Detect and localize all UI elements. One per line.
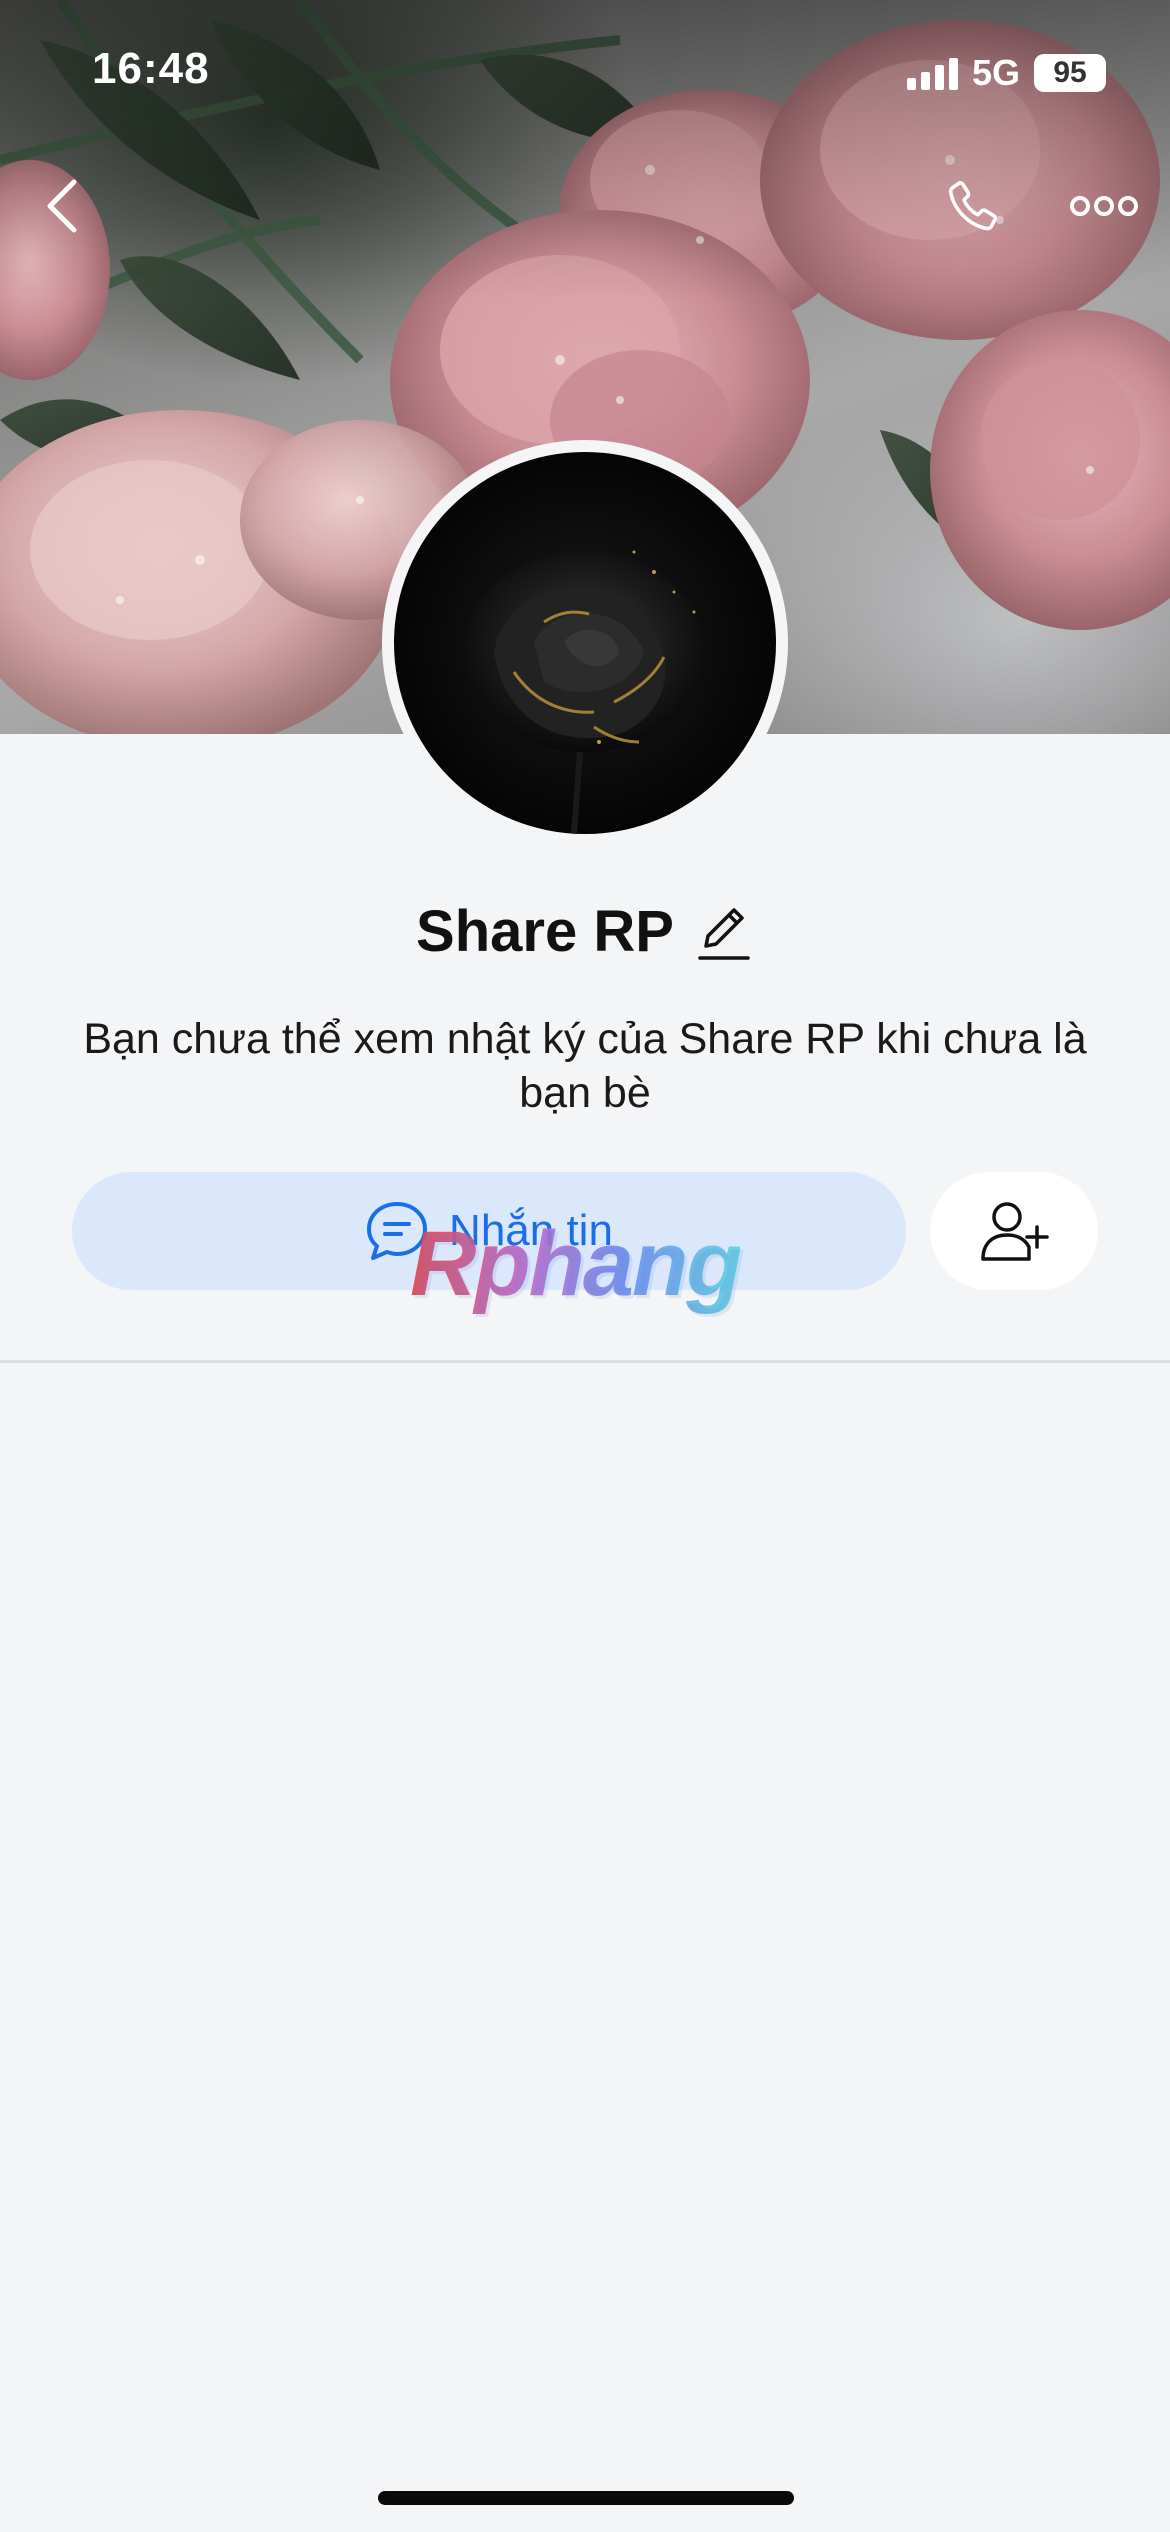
home-indicator[interactable] xyxy=(378,2491,794,2505)
section-divider xyxy=(0,1360,1170,1363)
status-time: 16:48 xyxy=(92,44,210,93)
avatar[interactable] xyxy=(382,440,788,846)
more-dots-icon xyxy=(1070,196,1138,216)
message-button-label: Nhắn tin xyxy=(449,1206,613,1255)
battery-level: 95 xyxy=(1053,56,1087,89)
network-type: 5G xyxy=(971,52,1020,93)
call-button[interactable] xyxy=(938,172,1008,242)
add-friend-button[interactable] xyxy=(930,1172,1098,1290)
black-rose-icon xyxy=(464,550,704,834)
signal-icon xyxy=(906,56,958,90)
profile-screen: 16:48 5G 95 Share RP Bạn chưa thể xem nh… xyxy=(0,0,1170,2532)
avatar-image xyxy=(394,452,776,834)
back-button[interactable] xyxy=(30,170,94,242)
phone-icon xyxy=(948,180,998,231)
profile-name-row: Share RP xyxy=(0,898,1170,965)
chat-bubble-icon xyxy=(367,1202,428,1260)
pencil-icon[interactable] xyxy=(696,901,754,963)
add-user-icon xyxy=(981,1202,1049,1261)
battery-icon: 95 xyxy=(1034,54,1106,92)
profile-name: Share RP xyxy=(416,899,674,964)
diary-privacy-note: Bạn chưa thể xem nhật ký của Share RP kh… xyxy=(83,1015,1087,1117)
more-options-button[interactable] xyxy=(1066,180,1142,232)
chevron-left-icon xyxy=(47,179,77,233)
message-button[interactable]: Nhắn tin xyxy=(72,1172,906,1290)
status-indicators: 5G 95 xyxy=(906,52,1106,94)
